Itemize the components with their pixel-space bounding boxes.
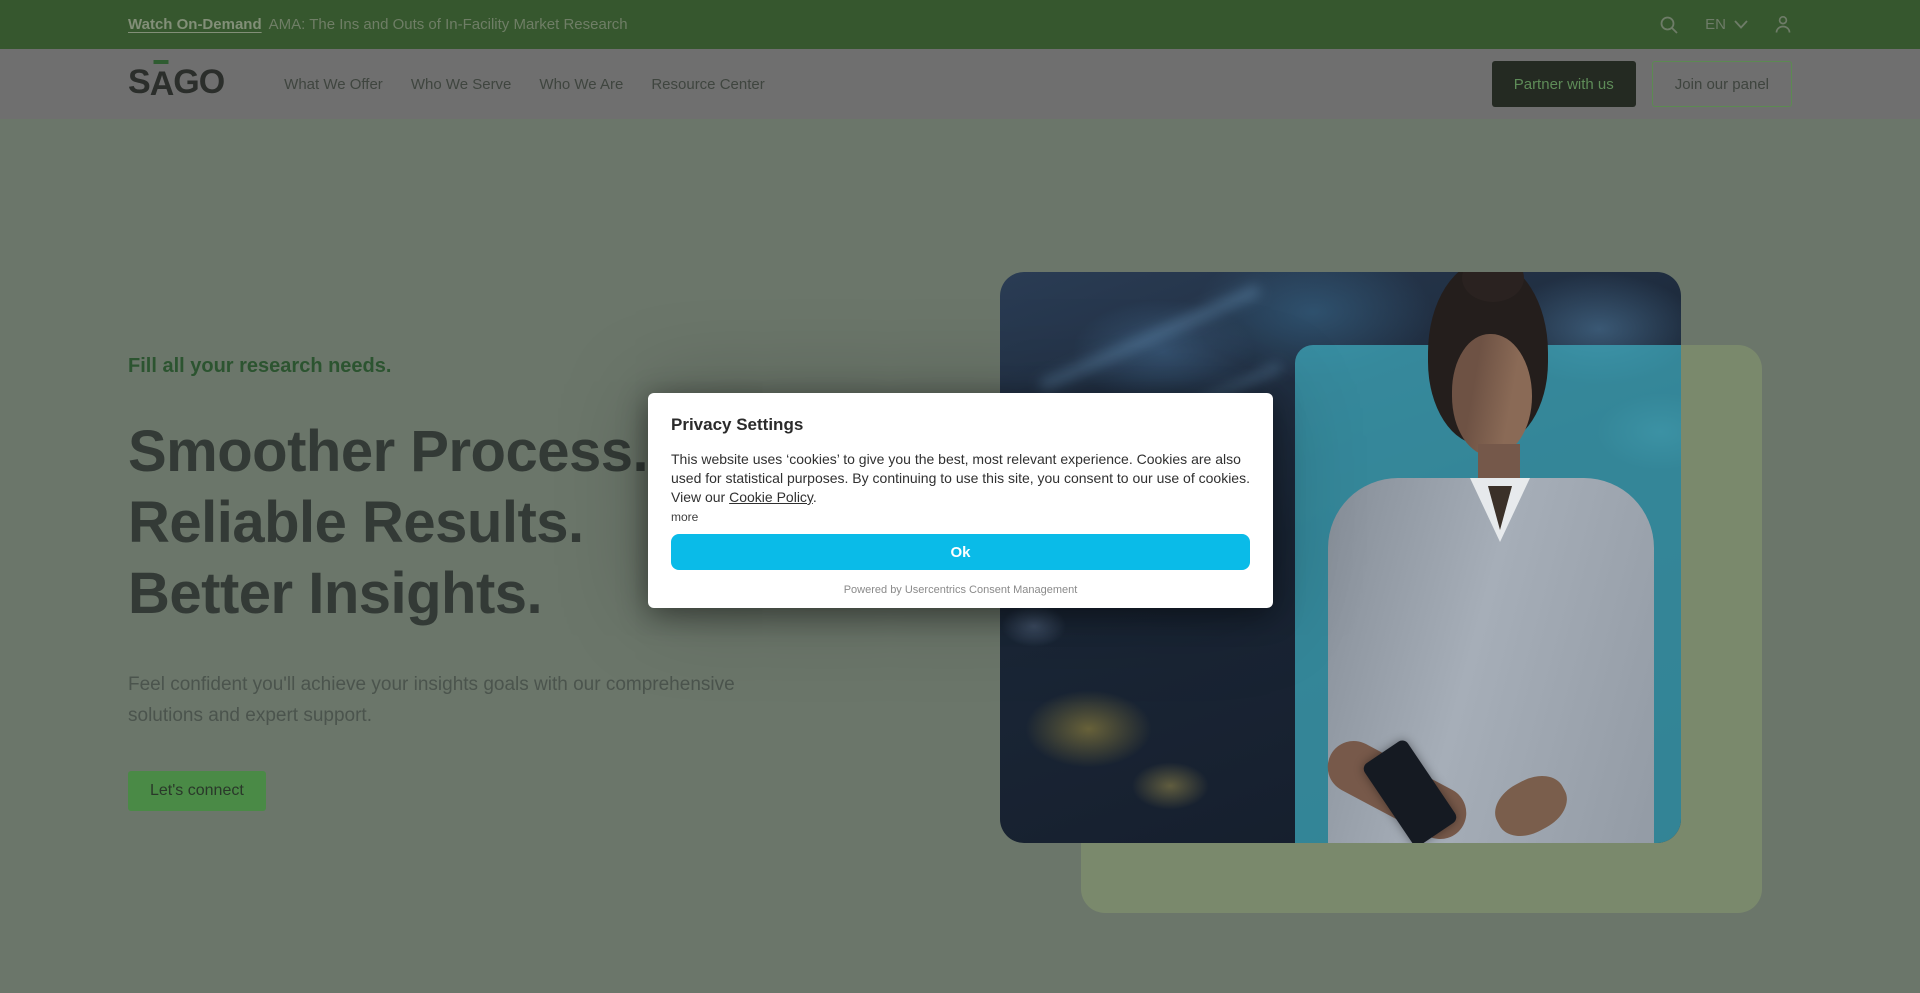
logo-letter: A (150, 65, 174, 103)
announcement-actions: EN (1659, 15, 1792, 35)
chevron-down-icon (1734, 20, 1748, 29)
search-icon[interactable] (1659, 15, 1679, 35)
logo-letter: G (173, 65, 198, 99)
logo-letter: O (199, 65, 224, 99)
logo-macron-accent (154, 60, 169, 64)
watch-on-demand-link[interactable]: Watch On-Demand (128, 16, 262, 33)
nav-resource-center[interactable]: Resource Center (651, 70, 764, 99)
powered-by-label: Powered by Usercentrics Consent Manageme… (671, 584, 1250, 596)
partner-with-us-button[interactable]: Partner with us (1492, 61, 1636, 107)
account-icon[interactable] (1774, 15, 1792, 34)
privacy-settings-dialog: Privacy Settings This website uses ‘cook… (648, 393, 1273, 608)
lets-connect-button[interactable]: Let's connect (128, 771, 266, 811)
main-nav: What We Offer Who We Serve Who We Are Re… (284, 70, 765, 99)
language-label: EN (1705, 16, 1726, 33)
announcement-message: AMA: The Ins and Outs of In-Facility Mar… (269, 16, 628, 33)
hero-paragraph: Feel confident you'll achieve your insig… (128, 669, 760, 731)
more-button[interactable]: more (671, 510, 698, 524)
language-selector[interactable]: EN (1705, 16, 1748, 33)
header-actions: Partner with us Join our panel (1492, 61, 1792, 107)
figure-face (1452, 334, 1532, 456)
nav-what-we-offer[interactable]: What We Offer (284, 70, 383, 99)
announcement-bar: Watch On-Demand AMA: The Ins and Outs of… (0, 0, 1920, 49)
privacy-dialog-body: This website uses ‘cookies’ to give you … (671, 450, 1250, 507)
cookie-policy-link[interactable]: Cookie Policy (729, 489, 813, 505)
nav-who-we-serve[interactable]: Who We Serve (411, 70, 512, 99)
join-our-panel-button[interactable]: Join our panel (1652, 61, 1792, 107)
hero-eyebrow: Fill all your research needs. (128, 355, 768, 378)
ok-button[interactable]: Ok (671, 534, 1250, 570)
announcement-text: Watch On-Demand AMA: The Ins and Outs of… (128, 16, 628, 33)
logo-letter: S (128, 65, 150, 99)
sago-logo[interactable]: S A G O (128, 65, 224, 104)
nav-who-we-are[interactable]: Who We Are (539, 70, 623, 99)
site-header: S A G O What We Offer Who We Serve Who W… (0, 49, 1920, 119)
privacy-body-text-end: . (813, 489, 817, 505)
privacy-dialog-title: Privacy Settings (671, 415, 1250, 435)
